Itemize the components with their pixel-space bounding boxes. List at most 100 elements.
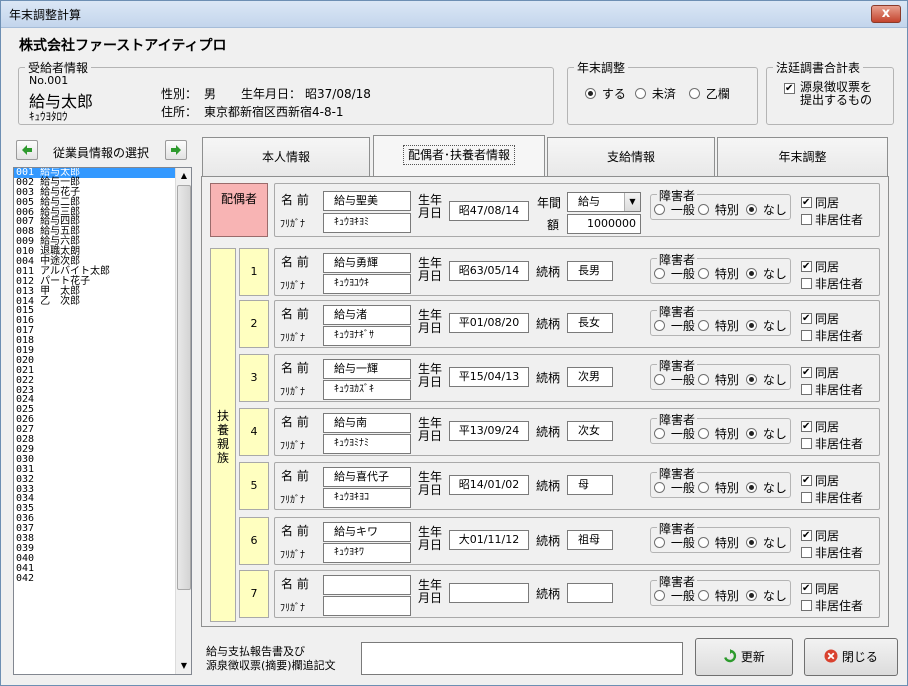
- dependent-name-input[interactable]: 給与南: [323, 413, 411, 433]
- employee-list-item[interactable]: 036: [14, 514, 191, 524]
- update-button[interactable]: 更新: [695, 638, 793, 676]
- dependent-7-nonresident-checkbox[interactable]: 非居住者: [801, 597, 863, 614]
- dependent-name-input[interactable]: [323, 575, 411, 595]
- dependent-4-disability-none[interactable]: なし: [746, 425, 787, 442]
- employee-list-item[interactable]: 042: [14, 573, 191, 584]
- relation-input[interactable]: 長男: [567, 261, 613, 281]
- dependent-5-cohabit-checkbox[interactable]: 同居: [801, 472, 839, 489]
- dependent-2-disability-special[interactable]: 特別: [698, 317, 739, 334]
- dependent-birth-input[interactable]: 大01/11/12: [449, 530, 529, 550]
- employee-list-item[interactable]: 035: [14, 504, 191, 514]
- submit-withholding-checkbox[interactable]: 源泉徴収票を 提出するもの: [784, 81, 872, 107]
- spouse-cohabit-checkbox[interactable]: 同居: [801, 194, 839, 211]
- employee-list-item[interactable]: 022: [14, 375, 191, 386]
- employee-list-item[interactable]: 020: [14, 355, 191, 366]
- employee-list-item[interactable]: 027: [14, 425, 191, 435]
- relation-input[interactable]: 次男: [567, 367, 613, 387]
- dependent-1-disability-none[interactable]: なし: [746, 265, 787, 282]
- dependent-3-nonresident-checkbox[interactable]: 非居住者: [801, 381, 863, 398]
- dependent-birth-input[interactable]: 昭63/05/14: [449, 261, 529, 281]
- dependent-2-cohabit-checkbox[interactable]: 同居: [801, 310, 839, 327]
- dependent-3-cohabit-checkbox[interactable]: 同居: [801, 364, 839, 381]
- tab-personal[interactable]: 本人情報: [202, 137, 370, 177]
- employee-list-item[interactable]: 029: [14, 444, 191, 455]
- income-type-select[interactable]: 給与 ▼: [567, 192, 641, 212]
- income-amount-input[interactable]: 1000000: [567, 214, 641, 234]
- employee-list-item[interactable]: 030: [14, 454, 191, 465]
- dependent-name-input[interactable]: 給与キワ: [323, 522, 411, 542]
- dependent-name-input[interactable]: 給与勇輝: [323, 253, 411, 273]
- relation-input[interactable]: 祖母: [567, 530, 613, 550]
- employee-list[interactable]: 001 給与太郎 002 給与一郎 003 給与花子 005 給与二郎 006 給与三郎…: [13, 167, 192, 675]
- dependent-1-cohabit-checkbox[interactable]: 同居: [801, 258, 839, 275]
- dependent-kana-input[interactable]: ｷｭｳﾖﾕｳｷ: [323, 274, 411, 294]
- dependent-5-nonresident-checkbox[interactable]: 非居住者: [801, 489, 863, 506]
- note-input[interactable]: [361, 642, 683, 675]
- dependent-7-disability-general[interactable]: 一般: [654, 587, 695, 604]
- dependent-2-disability-general[interactable]: 一般: [654, 317, 695, 334]
- dependent-name-input[interactable]: 給与渚: [323, 305, 411, 325]
- tab-payment[interactable]: 支給情報: [547, 137, 715, 177]
- year-end-option-do[interactable]: する: [585, 85, 626, 102]
- employee-list-item[interactable]: 015: [14, 306, 191, 316]
- dependent-name-input[interactable]: 給与一輝: [323, 359, 411, 379]
- dependent-5-disability-general[interactable]: 一般: [654, 479, 695, 496]
- spouse-kana-input[interactable]: ｷｭｳﾖｷﾖﾐ: [323, 213, 411, 233]
- scroll-thumb[interactable]: [177, 185, 191, 590]
- spouse-name-input[interactable]: 給与聖美: [323, 191, 411, 211]
- employee-list-item[interactable]: 018: [14, 336, 191, 346]
- employee-list-item[interactable]: 031: [14, 464, 191, 475]
- employee-list-item[interactable]: 023: [14, 385, 191, 396]
- year-end-option-otsu[interactable]: 乙欄: [689, 85, 730, 102]
- dependent-3-disability-special[interactable]: 特別: [698, 371, 739, 388]
- dependent-2-disability-none[interactable]: なし: [746, 317, 787, 334]
- dependent-3-disability-none[interactable]: なし: [746, 371, 787, 388]
- dependent-birth-input[interactable]: 平01/08/20: [449, 313, 529, 333]
- employee-list-item[interactable]: 016: [14, 316, 191, 326]
- employee-list-item[interactable]: 014 乙 次郎: [14, 296, 191, 307]
- close-button[interactable]: 閉じる: [804, 638, 898, 676]
- tab-spouse-dependents[interactable]: 配偶者･扶養者情報: [373, 135, 545, 177]
- dependent-7-disability-special[interactable]: 特別: [698, 587, 739, 604]
- dependent-kana-input[interactable]: ｷｭｳﾖｷﾖｺ: [323, 488, 411, 508]
- dependent-4-nonresident-checkbox[interactable]: 非居住者: [801, 435, 863, 452]
- employee-list-item[interactable]: 032: [14, 474, 191, 485]
- dependent-kana-input[interactable]: ｷｭｳﾖｶｽﾞｷ: [323, 380, 411, 400]
- employee-list-item[interactable]: 040: [14, 553, 191, 564]
- spouse-disability-none[interactable]: なし: [746, 201, 787, 218]
- dependent-birth-input[interactable]: 平15/04/13: [449, 367, 529, 387]
- dependent-1-disability-special[interactable]: 特別: [698, 265, 739, 282]
- employee-list-item[interactable]: 026: [14, 415, 191, 425]
- relation-input[interactable]: 母: [567, 475, 613, 495]
- dependent-1-disability-general[interactable]: 一般: [654, 265, 695, 282]
- dependent-7-disability-none[interactable]: なし: [746, 587, 787, 604]
- relation-input[interactable]: [567, 583, 613, 603]
- relation-input[interactable]: 次女: [567, 421, 613, 441]
- employee-list-item[interactable]: 033: [14, 484, 191, 495]
- dependent-6-disability-general[interactable]: 一般: [654, 534, 695, 551]
- dependent-7-cohabit-checkbox[interactable]: 同居: [801, 580, 839, 597]
- dependent-kana-input[interactable]: ｷｭｳﾖﾅｷﾞｻ: [323, 326, 411, 346]
- employee-list-item[interactable]: 038: [14, 534, 191, 544]
- spouse-nonresident-checkbox[interactable]: 非居住者: [801, 211, 863, 228]
- employee-list-item[interactable]: 024: [14, 395, 191, 405]
- dependent-kana-input[interactable]: [323, 596, 411, 616]
- dependent-birth-input[interactable]: [449, 583, 529, 603]
- dependent-6-disability-special[interactable]: 特別: [698, 534, 739, 551]
- dependent-birth-input[interactable]: 平13/09/24: [449, 421, 529, 441]
- employee-list-scrollbar[interactable]: ▲ ▼: [175, 168, 191, 674]
- employee-list-item[interactable]: 025: [14, 405, 191, 415]
- dependent-kana-input[interactable]: ｷｭｳﾖﾐﾅﾐ: [323, 434, 411, 454]
- dependent-6-nonresident-checkbox[interactable]: 非居住者: [801, 544, 863, 561]
- spouse-disability-special[interactable]: 特別: [698, 201, 739, 218]
- dependent-5-disability-special[interactable]: 特別: [698, 479, 739, 496]
- scroll-down-icon[interactable]: ▼: [176, 658, 191, 674]
- dependent-1-nonresident-checkbox[interactable]: 非居住者: [801, 275, 863, 292]
- dependent-4-cohabit-checkbox[interactable]: 同居: [801, 418, 839, 435]
- scroll-up-icon[interactable]: ▲: [176, 168, 191, 184]
- tab-year-end[interactable]: 年末調整: [717, 137, 888, 177]
- dependent-6-cohabit-checkbox[interactable]: 同居: [801, 527, 839, 544]
- dependent-3-disability-general[interactable]: 一般: [654, 371, 695, 388]
- dependent-4-disability-special[interactable]: 特別: [698, 425, 739, 442]
- next-employee-button[interactable]: [165, 140, 187, 160]
